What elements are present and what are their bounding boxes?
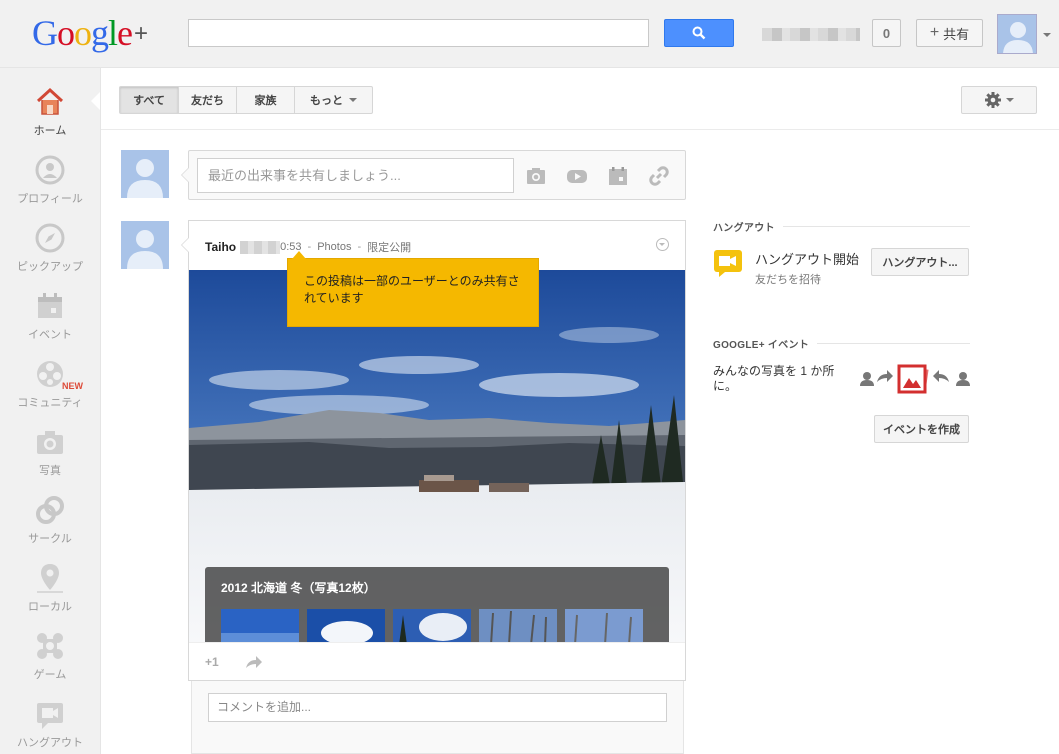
album-thumbnail[interactable] (221, 609, 299, 642)
main-stream: すべて 友だち 家族 もっと 最近の出来事を共有しましょう... Taiho 0… (100, 68, 1059, 754)
filter-more[interactable]: もっと (294, 86, 373, 114)
comment-input[interactable]: コメントを追加... (208, 693, 667, 722)
account-avatar[interactable] (997, 14, 1037, 54)
camera-icon (37, 431, 63, 454)
hangout-camera-icon[interactable] (713, 248, 743, 278)
stream-filter-bar: すべて 友だち 家族 もっと (101, 68, 1059, 130)
visibility-tooltip: この投稿は一部のユーザーとのみ共有されています (287, 251, 539, 327)
hangouts-icon (37, 703, 63, 729)
hangout-invite-label: 友だちを招待 (755, 274, 821, 286)
nav-communities[interactable]: コミュニティ (0, 358, 100, 426)
nav-hangouts[interactable]: ハングアウト (0, 698, 100, 754)
album-overlay[interactable]: 2012 北海道 冬（写真12枚） (205, 567, 669, 642)
nav-home[interactable]: ホーム (0, 86, 100, 154)
left-nav: ホーム プロフィール ピックアップ イベント コミュニティ 写真 サークル ロー… (0, 68, 100, 754)
album-thumbnail[interactable] (307, 609, 385, 642)
search-input[interactable] (188, 19, 649, 47)
album-title: 2012 北海道 冬（写真12枚） (221, 581, 376, 595)
gear-icon (985, 92, 1001, 108)
post-options-icon[interactable] (656, 238, 669, 251)
share-label: 共有 (943, 26, 970, 42)
album-thumbnail[interactable] (565, 609, 643, 642)
circles-icon (36, 496, 64, 524)
create-event-button[interactable]: イベントを作成 (874, 415, 969, 443)
share-button[interactable]: + 共有 (916, 19, 983, 47)
search-button[interactable] (664, 19, 734, 47)
nav-circles[interactable]: サークル (0, 494, 100, 562)
hangouts-title: ハングアウト (713, 223, 775, 234)
album-thumbnail[interactable] (479, 609, 557, 642)
sharebox-avatar[interactable] (121, 150, 169, 198)
post-header: Taiho 0:53 - Photos - 限定公開 (205, 239, 412, 255)
nav-local[interactable]: ローカル (0, 562, 100, 630)
google-plus-logo[interactable]: Google+ (32, 12, 148, 54)
post-author-avatar[interactable] (121, 221, 169, 269)
search-icon (692, 26, 706, 40)
filter-family[interactable]: 家族 (236, 86, 295, 114)
post-actions: +1 (189, 642, 685, 680)
new-badge: NEW (62, 381, 83, 391)
nav-profile[interactable]: プロフィール (0, 154, 100, 222)
add-event-icon[interactable] (607, 165, 629, 187)
add-video-icon[interactable] (566, 165, 588, 187)
chevron-down-icon (1006, 98, 1014, 102)
plus-icon: + (929, 24, 940, 41)
author-name-redacted (240, 240, 281, 254)
post-visibility[interactable]: 限定公開 (367, 239, 411, 255)
notification-count-button[interactable]: 0 (872, 19, 901, 47)
hangout-button[interactable]: ハングアウト... (871, 248, 969, 276)
top-bar: Google+ 0 + 共有 (0, 0, 1059, 68)
filter-all[interactable]: すべて (119, 86, 179, 114)
sharebox: 最近の出来事を共有しましょう... (181, 150, 686, 200)
events-description: みんなの写真を 1 か所に。 (713, 364, 835, 393)
nav-pointer (91, 92, 100, 110)
album-thumbnail[interactable] (393, 609, 471, 642)
hangout-start-label[interactable]: ハングアウト開始 (755, 249, 859, 268)
nav-explore[interactable]: ピックアップ (0, 222, 100, 290)
hangouts-section: ハングアウト (713, 219, 970, 234)
plus-one-button[interactable]: +1 (205, 655, 219, 669)
add-link-icon[interactable] (648, 165, 670, 187)
account-menu-caret-icon[interactable] (1043, 33, 1051, 37)
post-source[interactable]: Photos (317, 241, 351, 253)
home-icon (36, 87, 64, 115)
profile-icon (35, 155, 65, 185)
nav-games[interactable]: ゲーム (0, 630, 100, 698)
comment-area: コメントを追加... (191, 681, 684, 754)
games-icon (37, 633, 63, 659)
username-redacted[interactable] (762, 28, 860, 41)
stream-settings-button[interactable] (961, 86, 1037, 114)
calendar-icon (38, 293, 62, 318)
events-section: GOOGLE+ イベント (713, 336, 970, 351)
events-title: GOOGLE+ イベント (713, 340, 810, 351)
reshare-icon[interactable] (245, 655, 263, 669)
chevron-down-icon (349, 98, 357, 102)
add-photo-icon[interactable] (525, 165, 547, 187)
nav-events[interactable]: イベント (0, 290, 100, 358)
event-photos-illustration (860, 364, 970, 394)
compass-icon (35, 223, 65, 253)
stream-filters: すべて 友だち 家族 もっと (119, 86, 373, 114)
post-author-name[interactable]: Taiho (205, 240, 236, 254)
nav-photos[interactable]: 写真 (0, 426, 100, 494)
filter-friends[interactable]: 友だち (178, 86, 237, 114)
sharebox-input[interactable]: 最近の出来事を共有しましょう... (197, 158, 514, 193)
location-pin-icon (37, 564, 63, 593)
